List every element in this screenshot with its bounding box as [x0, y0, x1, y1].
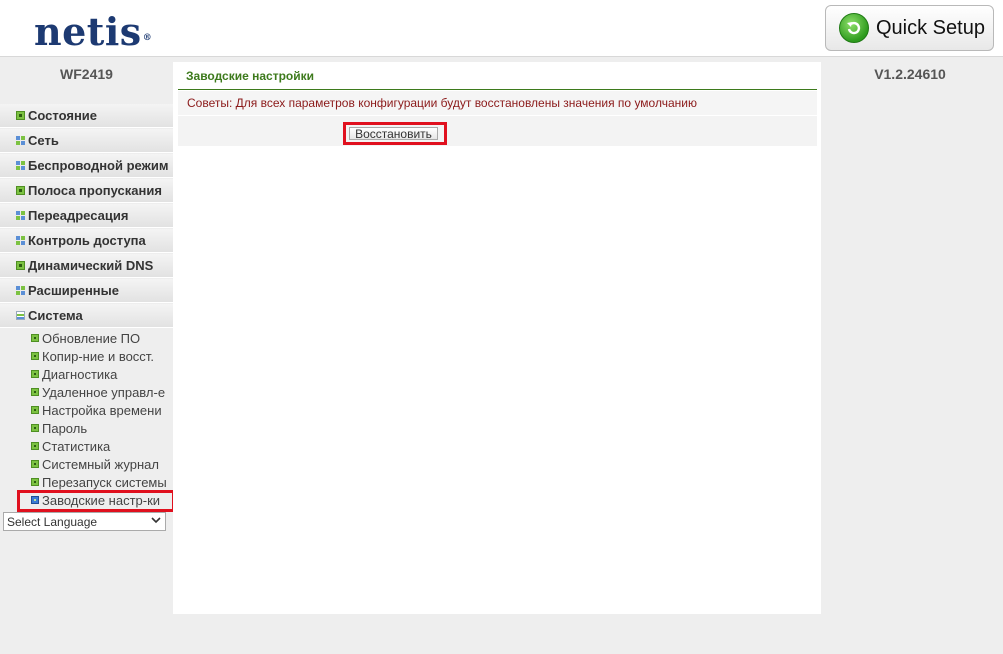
grid-icon — [16, 211, 25, 220]
grid-icon — [16, 161, 25, 170]
green-square-icon — [31, 442, 39, 450]
sidebar-item-label: Система — [28, 308, 83, 323]
page-title: Заводские настройки — [186, 69, 314, 83]
sidebar-item-bandwidth[interactable]: Полоса пропускания — [0, 179, 173, 203]
logo-registered-mark: ® — [142, 33, 153, 43]
sidebar-item-status[interactable]: Состояние — [0, 104, 173, 128]
green-square-icon — [31, 406, 39, 414]
green-square-icon — [16, 186, 25, 195]
green-square-icon — [31, 334, 39, 342]
sidebar-item-network[interactable]: Сеть — [0, 129, 173, 153]
sidebar-item-label: Состояние — [28, 108, 98, 123]
quick-setup-label: Quick Setup — [876, 16, 985, 39]
green-square-icon — [31, 424, 39, 432]
green-square-icon — [31, 388, 39, 396]
sidebar-item-label: Контроль доступа — [28, 233, 146, 248]
sidebar-subitem-remote-management[interactable]: Удаленное управл-е — [31, 383, 165, 401]
sidebar-subitem-label: Обновление ПО — [42, 330, 141, 346]
green-square-icon — [16, 111, 25, 120]
language-select[interactable]: Select Language — [3, 512, 166, 531]
grid-icon — [16, 136, 25, 145]
green-square-icon — [16, 261, 25, 270]
sidebar-subitem-reboot[interactable]: Перезапуск системы — [31, 473, 167, 491]
sidebar-subitem-label: Статистика — [42, 438, 111, 454]
sidebar-subitem-statistics[interactable]: Статистика — [31, 437, 110, 455]
restore-button-highlight: Восстановить — [343, 122, 447, 145]
model-name: WF2419 — [60, 66, 113, 82]
sidebar-subitem-firmware-update[interactable]: Обновление ПО — [31, 329, 140, 347]
restore-button[interactable]: Восстановить — [349, 127, 438, 141]
green-square-icon — [31, 478, 39, 486]
button-row: Восстановить — [178, 116, 817, 146]
sidebar-item-label: Динамический DNS — [28, 258, 154, 273]
sidebar-subitem-label: Заводские настр-ки — [42, 492, 161, 508]
sidebar-subitem-time-settings[interactable]: Настройка времени — [31, 401, 162, 419]
logo-text: netis — [34, 9, 142, 54]
sidebar-item-ddns[interactable]: Динамический DNS — [0, 254, 173, 278]
sidebar-subitem-password[interactable]: Пароль — [31, 419, 87, 437]
sidebar-subitem-label: Диагностика — [42, 366, 118, 382]
sidebar-subitem-label: Копир-ние и восст. — [42, 348, 154, 364]
sidebar-item-advanced[interactable]: Расширенные — [0, 279, 173, 303]
active-square-icon — [31, 496, 39, 504]
sidebar-subitem-label: Настройка времени — [42, 402, 162, 418]
sidebar-subitem-factory-reset[interactable]: Заводские настр-ки — [31, 491, 160, 509]
sidebar-subitem-label: Системный журнал — [42, 456, 159, 472]
main-content: Заводские настройки Советы: Для всех пар… — [173, 62, 821, 614]
green-square-icon — [31, 370, 39, 378]
sidebar-item-label: Беспроводной режим — [28, 158, 169, 173]
sidebar-subitem-label: Удаленное управл-е — [42, 384, 166, 400]
sidebar-subitem-label: Перезапуск системы — [42, 474, 167, 490]
grid-icon — [16, 286, 25, 295]
sidebar-item-access-control[interactable]: Контроль доступа — [0, 229, 173, 253]
green-square-icon — [31, 352, 39, 360]
refresh-arrow-icon — [839, 13, 869, 43]
sidebar-subitem-backup-restore[interactable]: Копир-ние и восст. — [31, 347, 154, 365]
firmware-version: V1.2.24610 — [874, 66, 946, 82]
sidebar-item-system[interactable]: Система — [0, 304, 173, 328]
tip-row: Советы: Для всех параметров конфигурации… — [178, 91, 817, 115]
sidebar-item-label: Расширенные — [28, 283, 119, 298]
netis-logo: netis® — [34, 10, 152, 54]
grid-icon — [16, 236, 25, 245]
title-divider — [178, 89, 817, 90]
sidebar-item-label: Сеть — [28, 133, 59, 148]
chevron-down-icon — [151, 515, 161, 528]
sidebar-subitem-label: Пароль — [42, 420, 88, 436]
green-square-icon — [31, 460, 39, 468]
sidebar: WF2419 Состояние Сеть Беспроводной режим… — [0, 58, 175, 654]
header: netis® Quick Setup — [0, 0, 1003, 57]
language-select-value: Select Language — [7, 514, 98, 529]
sidebar-item-label: Полоса пропускания — [28, 183, 162, 198]
sidebar-item-label: Переадресация — [28, 208, 129, 223]
quick-setup-button[interactable]: Quick Setup — [825, 5, 994, 51]
expanded-minus-icon — [16, 311, 25, 320]
sidebar-item-forwarding[interactable]: Переадресация — [0, 204, 173, 228]
sidebar-item-wireless[interactable]: Беспроводной режим — [0, 154, 173, 178]
sidebar-subitem-system-log[interactable]: Системный журнал — [31, 455, 159, 473]
tip-text: Советы: Для всех параметров конфигурации… — [187, 96, 697, 110]
sidebar-subitem-diagnostics[interactable]: Диагностика — [31, 365, 117, 383]
